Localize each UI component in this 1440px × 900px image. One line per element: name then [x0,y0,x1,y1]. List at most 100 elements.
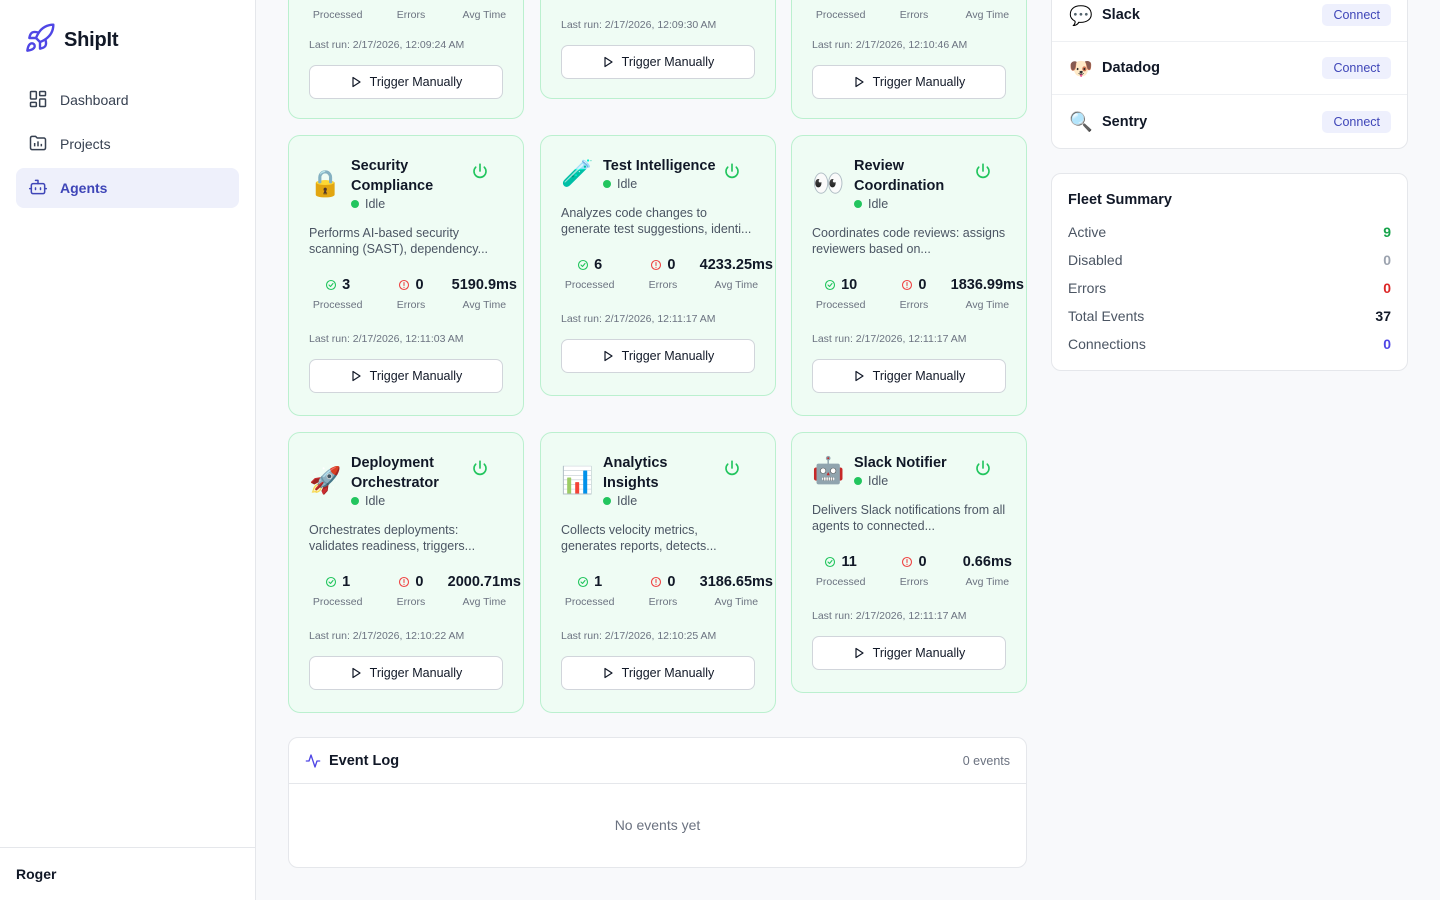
nav-item-projects[interactable]: Projects [16,124,239,164]
status-dot-icon [351,497,359,505]
brand[interactable]: ShipIt [24,22,119,59]
trigger-label: Trigger Manually [621,666,715,680]
power-toggle-icon[interactable] [974,459,994,479]
event-log-title: Event Log [329,752,400,769]
nav-item-agents[interactable]: Agents [16,168,239,208]
processed-value: 1 [342,574,351,590]
error-circle-icon [902,556,913,568]
trigger-manually-button[interactable]: Trigger Manually [812,636,1006,670]
event-log-header: Event Log 0 events [289,738,1026,784]
connect-datadog-button[interactable]: Connect [1322,57,1391,79]
brand-name: ShipIt [64,29,119,51]
trigger-manually-button[interactable]: Trigger Manually [561,656,755,690]
nav-item-dashboard[interactable]: Dashboard [16,80,239,120]
agent-description: Performs AI-based security scanning (SAS… [309,226,489,256]
avg-time-value: 1836.99ms [950,277,1024,293]
integration-name: Sentry [1102,113,1148,130]
status-badge: Idle [351,494,467,508]
power-toggle-icon[interactable] [471,162,491,182]
nav-label-dashboard: Dashboard [60,92,129,108]
agent-card-partial-1: Processed Errors Avg Time Last run: 2/17… [288,0,524,119]
agent-description: Collects velocity metrics, generates rep… [561,523,717,553]
stat-errors: 0 Errors [877,275,950,311]
stat-label-avg-time: Avg Time [462,299,507,311]
dashboard-icon [28,89,48,112]
rocket-logo-icon [24,22,56,59]
power-toggle-icon[interactable] [723,162,743,182]
trigger-manually-button[interactable]: Trigger Manually [561,45,755,79]
stat-label-avg-time: Avg Time [714,279,759,291]
stat-errors: 0 Errors [374,275,447,311]
processed-value: 3 [342,277,351,293]
stat-label-errors: Errors [396,299,426,311]
stat-label-avg-time: Avg Time [714,596,759,608]
last-run: Last run: 2/17/2026, 12:11:17 AM [812,610,967,622]
stat-label-errors: Errors [396,596,426,608]
last-run: Last run: 2/17/2026, 12:10:46 AM [812,39,968,51]
stat-label-processed: Processed [564,596,615,608]
status-badge: Idle [351,197,467,211]
power-toggle-icon[interactable] [471,459,491,479]
power-toggle-icon[interactable] [723,459,743,479]
trigger-label: Trigger Manually [621,55,715,69]
agent-description: Orchestrates deployments: validates read… [309,523,476,553]
fleet-summary-title: Fleet Summary [1068,192,1172,208]
stat-label-processed: Processed [815,9,866,21]
check-circle-icon [326,576,337,588]
trigger-manually-button[interactable]: Trigger Manually [812,65,1006,99]
agent-title: Review Coordination [854,158,945,194]
status-badge: Idle [603,494,719,508]
avg-time-value: 5190.9ms [451,277,517,293]
status-dot-icon [854,477,862,485]
stat-label-errors: Errors [648,279,678,291]
agent-stats: 1 Processed 0 Errors 3186.65ms Avg Time [553,572,773,608]
trigger-label: Trigger Manually [872,646,966,660]
status-text: Idle [365,494,386,508]
play-icon [604,56,613,68]
integrations-panel: 💬 Slack Connect 🐶 Datadog Connect 🔍 Sent… [1051,0,1408,149]
stat-label-avg-time: Avg Time [965,9,1010,21]
stat-label-errors: Errors [648,596,678,608]
trigger-manually-button[interactable]: Trigger Manually [309,65,503,99]
stat-label-processed: Processed [312,299,363,311]
connect-sentry-button[interactable]: Connect [1322,110,1391,133]
error-circle-icon [651,259,662,271]
agent-stats: 3 Processed 0 Errors 5190.9ms Avg Time [301,275,521,311]
stat-label-processed: Processed [312,596,363,608]
agent-card-header: 🤖 Slack Notifier Idle [812,453,1006,488]
connect-slack-button[interactable]: Connect [1322,4,1391,26]
stat-processed: 11 Processed [804,552,877,588]
check-circle-icon [825,556,836,568]
fleet-row-value: 0 [1383,280,1391,296]
status-text: Idle [617,177,638,191]
play-icon [352,370,361,382]
trigger-label: Trigger Manually [369,75,463,89]
status-text: Idle [617,494,638,508]
trigger-manually-button[interactable]: Trigger Manually [561,339,755,373]
trigger-manually-button[interactable]: Trigger Manually [309,359,503,393]
errors-value: 0 [918,277,927,293]
trigger-label: Trigger Manually [621,349,715,363]
agent-title: Security Compliance [351,158,434,194]
user-name[interactable]: Roger [0,847,255,900]
stat-errors: 0 Errors [626,255,699,291]
agent-card-header: 🚀 Deployment Orchestrator Idle [309,453,503,508]
event-log-empty: No events yet [614,817,701,833]
status-badge: Idle [854,197,970,211]
main-nav: Dashboard Projects Agents [16,80,239,212]
stat-avg-time: 3186.65ms Avg Time [700,572,773,608]
last-run: Last run: 2/17/2026, 12:11:17 AM [812,333,967,345]
stat-avg-time: 1836.99ms Avg Time [951,275,1024,311]
stat-label-errors: Errors [899,9,929,21]
agent-card: 🤖 Slack Notifier Idle Delivers Slack not… [791,432,1027,693]
agent-card: 🚀 Deployment Orchestrator Idle Orchestra… [288,432,524,713]
check-circle-icon [825,279,836,291]
fleet-row-value: 9 [1383,224,1391,240]
fleet-row: Disabled 0 [1068,246,1391,274]
agent-card-header: 📊 Analytics Insights Idle [561,453,755,508]
trigger-manually-button[interactable]: Trigger Manually [812,359,1006,393]
trigger-manually-button[interactable]: Trigger Manually [309,656,503,690]
agent-emoji-icon: 🤖 [812,455,845,486]
power-toggle-icon[interactable] [974,162,994,182]
agent-stats: 6 Processed 0 Errors 4233.25ms Avg Time [553,255,773,291]
